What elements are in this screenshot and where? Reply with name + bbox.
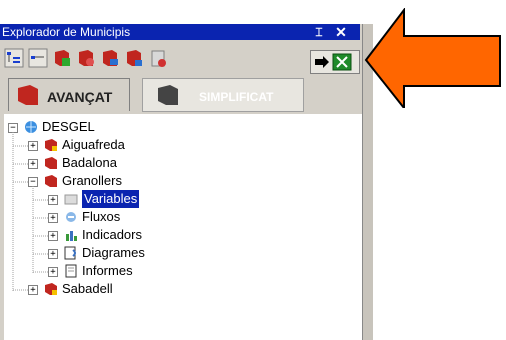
tab-simplified[interactable]: SIMPLIFICAT	[142, 78, 304, 112]
delete-icon[interactable]	[148, 48, 168, 68]
book-link-icon[interactable]	[124, 48, 144, 68]
mode-tabs: AVANÇAT SIMPLIFICAT	[2, 76, 360, 114]
add-book-icon[interactable]	[52, 48, 72, 68]
book-icon	[18, 85, 38, 105]
excel-export-button[interactable]	[310, 50, 360, 74]
list-view-icon[interactable]	[28, 48, 48, 68]
tab-simplified-label: SIMPLIFICAT	[199, 90, 274, 104]
edit-book-icon[interactable]	[76, 48, 96, 68]
tree-lines	[12, 132, 48, 292]
tree-view-icon[interactable]	[4, 48, 24, 68]
window-title: Explorador de Municipis	[2, 25, 131, 39]
book-gray-icon	[158, 85, 178, 105]
municipality-tree: − DESGEL + Aiguafreda + Badalona − Grano…	[4, 114, 364, 340]
toolbar	[2, 42, 360, 74]
excel-export-icon	[315, 53, 352, 71]
tab-advanced[interactable]: AVANÇAT	[8, 78, 130, 111]
highlight-arrow	[364, 8, 501, 108]
book-arrow-icon[interactable]	[100, 48, 120, 68]
title-bar: Explorador de Municipis ⌶ ✕	[0, 24, 360, 40]
tab-advanced-label: AVANÇAT	[47, 89, 113, 105]
close-icon[interactable]: ✕	[333, 24, 349, 40]
pin-icon[interactable]: ⌶	[312, 24, 326, 40]
